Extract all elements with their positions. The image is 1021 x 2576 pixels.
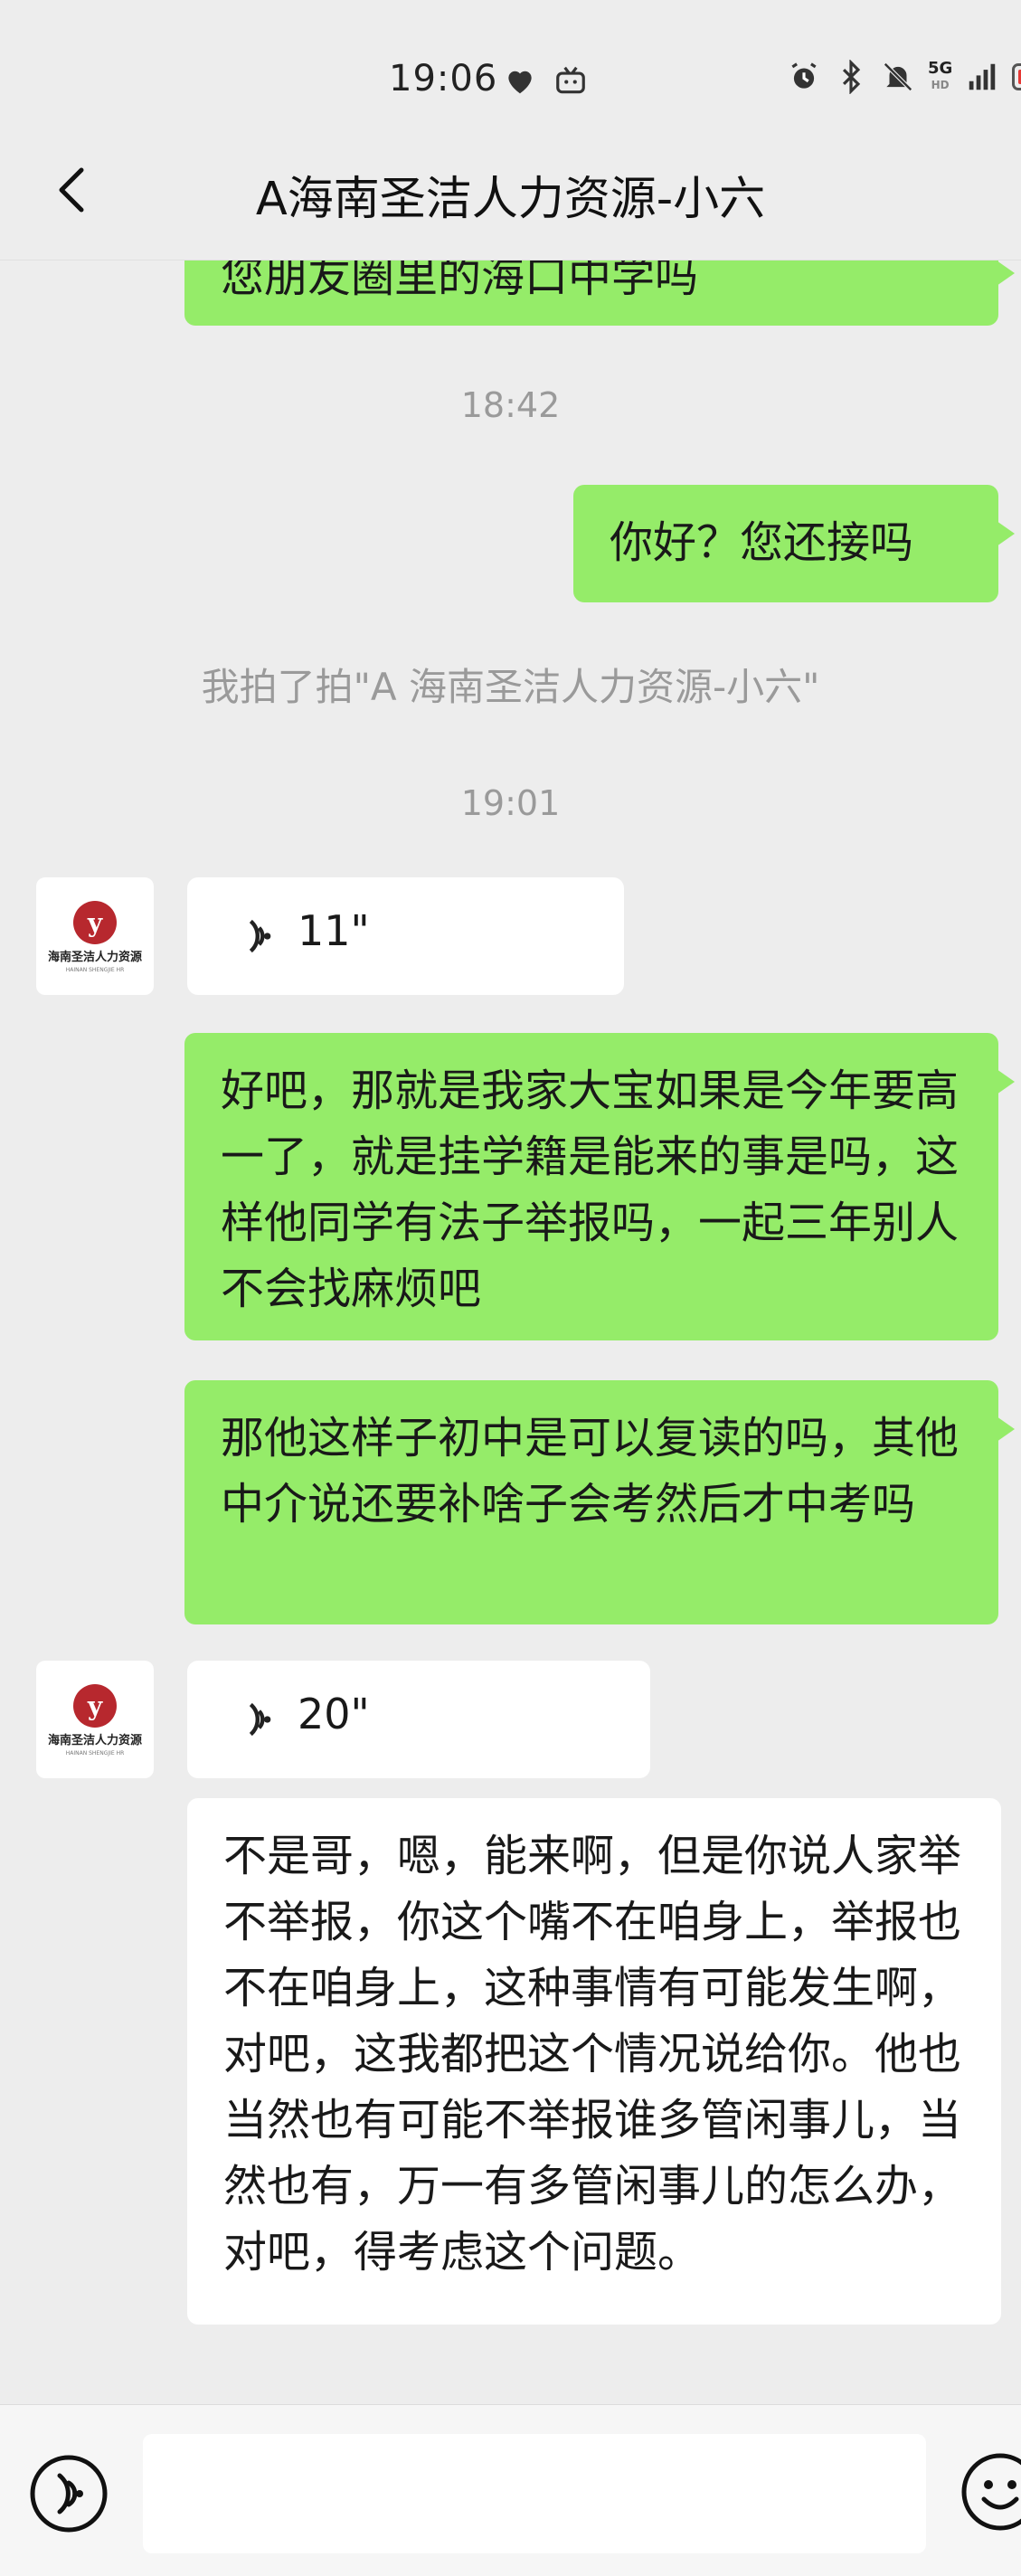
message-input[interactable] bbox=[143, 2434, 926, 2553]
contact-avatar[interactable]: y 海南圣洁人力资源 HAINAN SHENGJIE HR bbox=[36, 1661, 154, 1778]
message-bubble-mine[interactable]: 你好？您还接吗 bbox=[573, 485, 1015, 602]
pat-system-message: 我拍了拍"A 海南圣洁人力资源-小六" bbox=[201, 665, 820, 709]
message-text: 不是哥，嗯，能来啊，但是你说人家举不举报，你这个嘴不在咱身上，举报也不在咱身上，… bbox=[223, 1831, 962, 2278]
voice-wave-icon bbox=[249, 919, 271, 953]
network-sub-label: HD bbox=[931, 79, 950, 91]
bilibili-icon bbox=[556, 66, 585, 94]
voice-message-bubble[interactable]: 20" bbox=[187, 1661, 650, 1778]
svg-text:海南圣洁人力资源: 海南圣洁人力资源 bbox=[48, 1733, 142, 1747]
message-timestamp: 19:01 bbox=[460, 783, 561, 823]
network-indicator: 5G HD bbox=[928, 61, 952, 93]
contact-avatar[interactable]: y 海南圣洁人力资源 HAINAN SHENGJIE HR bbox=[36, 877, 154, 995]
chat-title: A海南圣洁人力资源-小六 bbox=[255, 173, 766, 226]
voice-duration: 11" bbox=[298, 906, 370, 955]
status-left-icons bbox=[503, 63, 588, 98]
svg-text:HAINAN SHENGJIE HR: HAINAN SHENGJIE HR bbox=[66, 967, 125, 973]
chat-area[interactable]: 您朋友圈里的海口中学吗 18:42 你好？您还接吗 我拍了拍"A 海南圣洁人力资… bbox=[0, 260, 1021, 2404]
chat-header: A海南圣洁人力资源-小六 bbox=[0, 134, 1021, 260]
mute-bell-icon bbox=[884, 62, 912, 91]
input-bar bbox=[0, 2404, 1021, 2576]
heart-icon bbox=[508, 71, 532, 94]
bluetooth-icon bbox=[842, 60, 861, 94]
voice-wave-icon bbox=[249, 1702, 271, 1737]
voice-input-toggle-icon[interactable] bbox=[25, 2450, 112, 2537]
battery-icon bbox=[1012, 63, 1021, 90]
message-text: 那他这样子初中是可以复读的吗，其他中介说还要补啥子会考然后才中考吗 bbox=[221, 1413, 960, 1530]
message-text: 你好？您还接吗 bbox=[610, 517, 914, 568]
company-logo: y 海南圣洁人力资源 HAINAN SHENGJIE HR bbox=[48, 901, 142, 973]
message-text: 好吧，那就是我家大宝如果是今年要高一了，就是挂学籍是能来的事是吗，这样他同学有法… bbox=[221, 1065, 960, 1314]
signal-icon bbox=[969, 63, 996, 90]
status-time: 19:06 bbox=[389, 58, 498, 99]
company-logo: y 海南圣洁人力资源 HAINAN SHENGJIE HR bbox=[48, 1684, 142, 1757]
svg-text:y: y bbox=[87, 908, 103, 938]
status-right-icons: 5G HD bbox=[787, 60, 1021, 94]
message-bubble-theirs[interactable]: 不是哥，嗯，能来啊，但是你说人家举不举报，你这个嘴不在咱身上，举报也不在咱身上，… bbox=[187, 1798, 1001, 2325]
message-bubble-mine[interactable]: 好吧，那就是我家大宝如果是今年要高一了，就是挂学籍是能来的事是吗，这样他同学有法… bbox=[184, 1033, 1015, 1340]
voice-duration: 20" bbox=[298, 1690, 370, 1738]
message-bubble-mine[interactable]: 您朋友圈里的海口中学吗 bbox=[184, 260, 1015, 326]
svg-text:海南圣洁人力资源: 海南圣洁人力资源 bbox=[48, 950, 142, 964]
voice-message-bubble[interactable]: 11" bbox=[187, 877, 624, 995]
message-timestamp: 18:42 bbox=[460, 385, 561, 425]
message-bubble-mine[interactable]: 那他这样子初中是可以复读的吗，其他中介说还要补啥子会考然后才中考吗 bbox=[184, 1380, 1015, 1624]
message-text: 您朋友圈里的海口中学吗 bbox=[221, 260, 699, 302]
alarm-icon bbox=[791, 62, 817, 89]
emoji-icon[interactable] bbox=[957, 2448, 1021, 2535]
svg-text:HAINAN SHENGJIE HR: HAINAN SHENGJIE HR bbox=[66, 1750, 125, 1757]
network-label: 5G bbox=[928, 59, 953, 78]
svg-text:y: y bbox=[87, 1691, 103, 1721]
